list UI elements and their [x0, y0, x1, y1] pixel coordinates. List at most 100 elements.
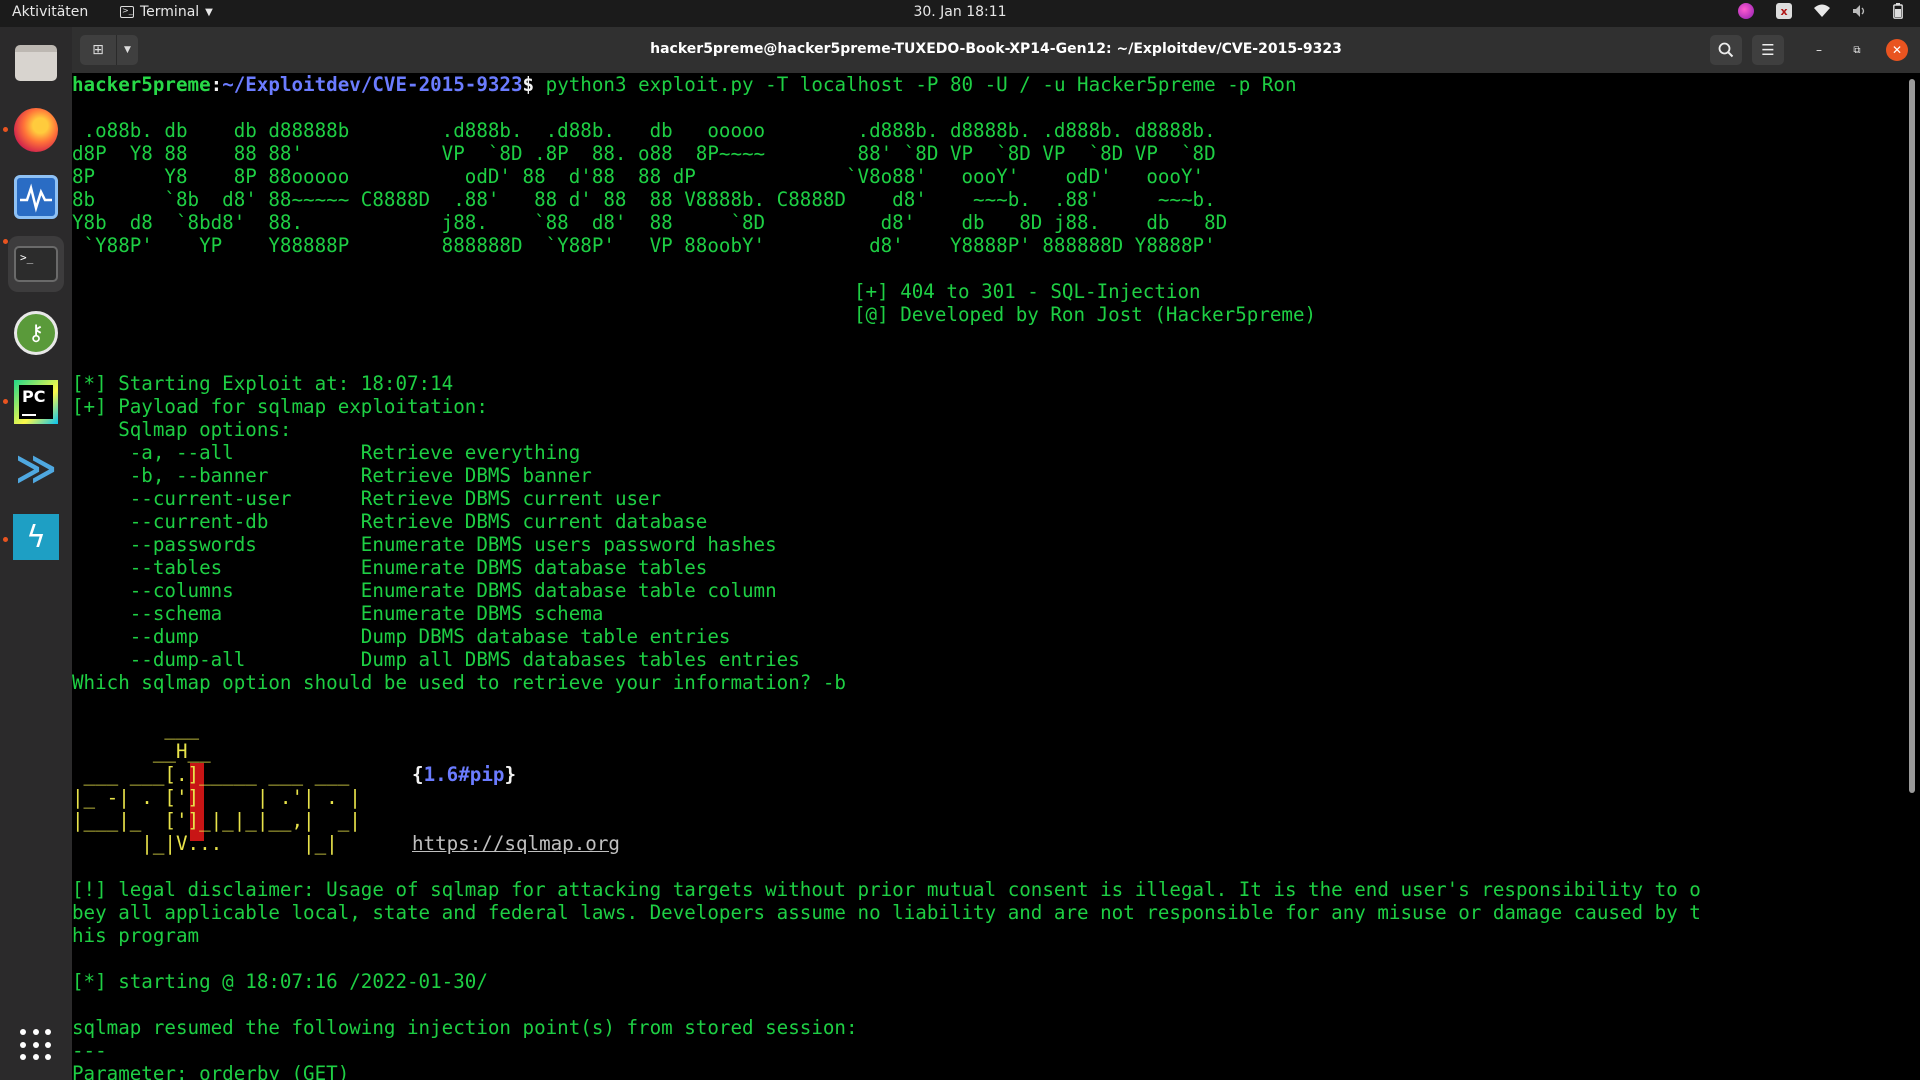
parameter-line: Parameter: orderby (GET)	[72, 1062, 350, 1080]
option-row: --current-user Retrieve DBMS current use…	[72, 487, 661, 510]
banner-line: 8P Y8 8P 88ooooo odD' 88 d'88 88 dP `V8o…	[72, 165, 1205, 188]
banner-info: [@] Developed by Ron Jost (Hacker5preme)	[854, 303, 1317, 326]
window-title: hacker5preme@hacker5preme-TUXEDO-Book-XP…	[650, 41, 1342, 57]
app-menu[interactable]: >_ Terminal ▼	[120, 4, 213, 20]
sqlmap-logo-line: |___|_ [']_|_|_|__,| _|	[72, 809, 361, 832]
terminal-icon: >_	[120, 6, 134, 18]
battery-icon[interactable]	[1890, 3, 1906, 19]
resumed-line: sqlmap resumed the following injection p…	[72, 1016, 858, 1039]
pycharm-icon: PC	[14, 380, 58, 424]
terminal-icon: >_	[14, 246, 58, 282]
disclaimer-line: bey all applicable local, state and fede…	[72, 901, 1701, 924]
option-desc: Dump DBMS database table entries	[360, 625, 731, 648]
search-button[interactable]	[1710, 35, 1742, 65]
chevron-down-icon[interactable]: ▼	[116, 35, 138, 65]
bolt-icon: ϟ	[13, 514, 59, 560]
disclaimer-line: [!] legal disclaimer: Usage of sqlmap fo…	[72, 878, 1701, 901]
apps-grid-icon	[20, 1029, 52, 1061]
option-desc: Enumerate DBMS schema	[360, 602, 604, 625]
option-row: --passwords Enumerate DBMS users passwor…	[72, 533, 777, 556]
sqlmap-logo-line: |_|V... |_|	[72, 832, 361, 855]
option-row: -a, --all Retrieve everything	[72, 441, 581, 464]
sqlmap-logo-line: __H__	[72, 740, 211, 763]
option-desc: Enumerate DBMS database table column	[360, 579, 777, 602]
scrollbar[interactable]	[1909, 79, 1915, 793]
app-indicator-icon[interactable]	[1738, 3, 1754, 19]
close-button[interactable]: ✕	[1886, 39, 1908, 61]
sqlmap-version-line: {1.6#pip}	[412, 763, 516, 786]
system-monitor-icon	[14, 175, 58, 219]
option-desc: Enumerate DBMS users password hashes	[360, 533, 777, 556]
files-icon	[15, 45, 57, 81]
option-flag: --tables	[72, 556, 361, 579]
question-line: Which sqlmap option should be used to re…	[72, 671, 846, 694]
option-flag: --current-db	[72, 510, 361, 533]
dock-keepassxc[interactable]: ⚷	[8, 305, 64, 361]
option-desc: Retrieve DBMS current user	[360, 487, 662, 510]
banner-info: [+] 404 to 301 - SQL-Injection	[854, 280, 1201, 303]
option-row: --schema Enumerate DBMS schema	[72, 602, 604, 625]
sqlmap-logo-line: ___	[72, 717, 200, 740]
option-flag: -b, --banner	[72, 464, 361, 487]
starting-line: [*] starting @ 18:07:16 /2022-01-30/	[72, 970, 488, 993]
x-indicator-icon[interactable]: x	[1776, 3, 1792, 19]
minimize-button[interactable]: –	[1808, 39, 1830, 61]
dock-files[interactable]	[8, 35, 64, 91]
restore-icon: ⧉	[1853, 44, 1861, 56]
option-desc: Retrieve DBMS current database	[360, 510, 708, 533]
show-applications-button[interactable]	[8, 1017, 64, 1073]
firefox-icon	[14, 108, 58, 152]
sqlmap-version: 1.6#pip	[423, 763, 505, 786]
vscode-icon: ≫	[15, 446, 57, 492]
close-icon: ✕	[1891, 43, 1903, 57]
menu-button[interactable]: ☰	[1752, 35, 1784, 65]
prompt-dollar: $	[522, 73, 546, 96]
dock-firefox[interactable]	[8, 102, 64, 158]
prompt-path: ~/Exploitdev/CVE-2015-9323	[222, 73, 523, 96]
dock-bolt[interactable]: ϟ	[8, 509, 64, 565]
sqlmap-logo-line: |_ -| . ['] | .'| . |	[72, 786, 361, 809]
option-row: --current-db Retrieve DBMS current datab…	[72, 510, 708, 533]
volume-icon[interactable]	[1852, 3, 1868, 19]
banner-line: `Y88P' YP Y88888P 888888D `Y88P' VP 88oo…	[72, 234, 1216, 257]
prompt-separator: :	[210, 73, 223, 96]
system-tray[interactable]: x	[1738, 3, 1906, 19]
restore-button[interactable]: ⧉	[1846, 39, 1868, 61]
prompt-line: hacker5preme:~/Exploitdev/CVE-2015-9323$…	[72, 73, 1297, 96]
top-bar: Aktivitäten >_ Terminal ▼ 30. Jan 18:11 …	[0, 0, 1920, 27]
dock-vscode[interactable]: ≫	[8, 441, 64, 497]
option-desc: Retrieve everything	[360, 441, 581, 464]
option-row: --tables Enumerate DBMS database tables	[72, 556, 708, 579]
new-tab-icon[interactable]: ⊞	[80, 35, 116, 65]
sqlmap-url-link[interactable]: https://sqlmap.org	[412, 832, 620, 855]
search-icon	[1718, 42, 1734, 58]
activities-button[interactable]: Aktivitäten	[12, 4, 88, 20]
banner-line: 8b `8b d8' 88~~~~~ C8888D .88' 88 d' 88 …	[72, 188, 1216, 211]
chevron-down-icon: ▼	[205, 6, 213, 18]
option-flag: --columns	[72, 579, 361, 602]
options-header: Sqlmap options:	[72, 418, 292, 441]
option-desc: Retrieve DBMS banner	[360, 464, 592, 487]
banner-line: .o88b. db db d88888b .d888b. .d88b. db o…	[72, 119, 1216, 142]
option-flag: --dump	[72, 625, 361, 648]
banner-line: Y8b d8 `8bd8' 88. j88. `88 d8' 88 `8D d8…	[72, 211, 1228, 234]
key-icon: ⚷	[14, 311, 58, 355]
dock-system-monitor[interactable]	[8, 169, 64, 225]
clock[interactable]: 30. Jan 18:11	[0, 4, 1920, 20]
option-flag: --schema	[72, 602, 361, 625]
sqlmap-logo-line: ___ ___[.]_____ ___ ___	[72, 763, 361, 786]
hamburger-icon: ☰	[1761, 41, 1775, 59]
option-flag: --current-user	[72, 487, 361, 510]
dock-pycharm[interactable]: PC	[8, 374, 64, 430]
prompt-user: hacker5preme	[72, 73, 211, 96]
dock-terminal[interactable]: >_	[8, 236, 64, 292]
option-desc: Enumerate DBMS database tables	[360, 556, 708, 579]
payload-line: [+] Payload for sqlmap exploitation:	[72, 395, 488, 418]
wifi-icon[interactable]	[1814, 3, 1830, 19]
option-row: --dump-all Dump all DBMS databases table…	[72, 648, 800, 671]
new-tab-button[interactable]: ⊞ ▼	[80, 35, 138, 65]
option-row: -b, --banner Retrieve DBMS banner	[72, 464, 592, 487]
option-row: --dump Dump DBMS database table entries	[72, 625, 731, 648]
option-desc: Dump all DBMS databases tables entries	[360, 648, 800, 671]
terminal-output[interactable]: hacker5preme:~/Exploitdev/CVE-2015-9323$…	[72, 73, 1920, 1080]
